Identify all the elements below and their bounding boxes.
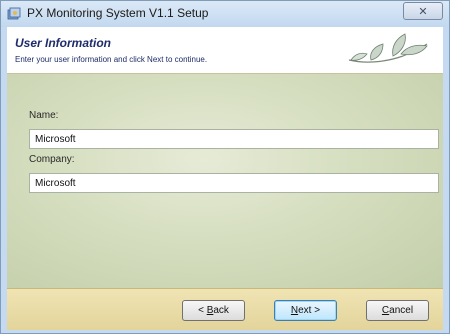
- cancel-mnemonic: C: [381, 305, 390, 316]
- back-mnemonic: B: [206, 305, 214, 316]
- form-area: Name: Company:: [7, 74, 443, 288]
- button-bar: < Back Next > Cancel: [7, 288, 443, 330]
- back-rest: ack: [213, 305, 229, 316]
- name-field[interactable]: [29, 129, 439, 149]
- next-rest: ext >: [298, 305, 321, 316]
- next-mnemonic: N: [290, 305, 299, 316]
- back-button[interactable]: < Back: [182, 300, 245, 321]
- leaf-logo-icon: [348, 33, 428, 63]
- close-button[interactable]: ✕: [403, 2, 443, 20]
- next-button[interactable]: Next >: [274, 300, 337, 321]
- company-field[interactable]: [29, 173, 439, 193]
- window-title: PX Monitoring System V1.1 Setup: [27, 6, 209, 20]
- close-icon: ✕: [418, 5, 428, 18]
- company-label: Company:: [29, 154, 75, 165]
- title-bar[interactable]: PX Monitoring System V1.1 Setup ✕: [1, 1, 449, 27]
- back-prefix: <: [198, 305, 207, 316]
- cancel-rest: ancel: [389, 305, 414, 316]
- page-title: User Information: [15, 36, 112, 50]
- cancel-button[interactable]: Cancel: [366, 300, 429, 321]
- name-label: Name:: [29, 110, 59, 121]
- setup-icon: [7, 7, 21, 20]
- page-subtitle: Enter your user information and click Ne…: [15, 55, 208, 64]
- header-banner: User Information Enter your user informa…: [7, 27, 443, 74]
- setup-window: PX Monitoring System V1.1 Setup ✕ User I…: [0, 0, 450, 334]
